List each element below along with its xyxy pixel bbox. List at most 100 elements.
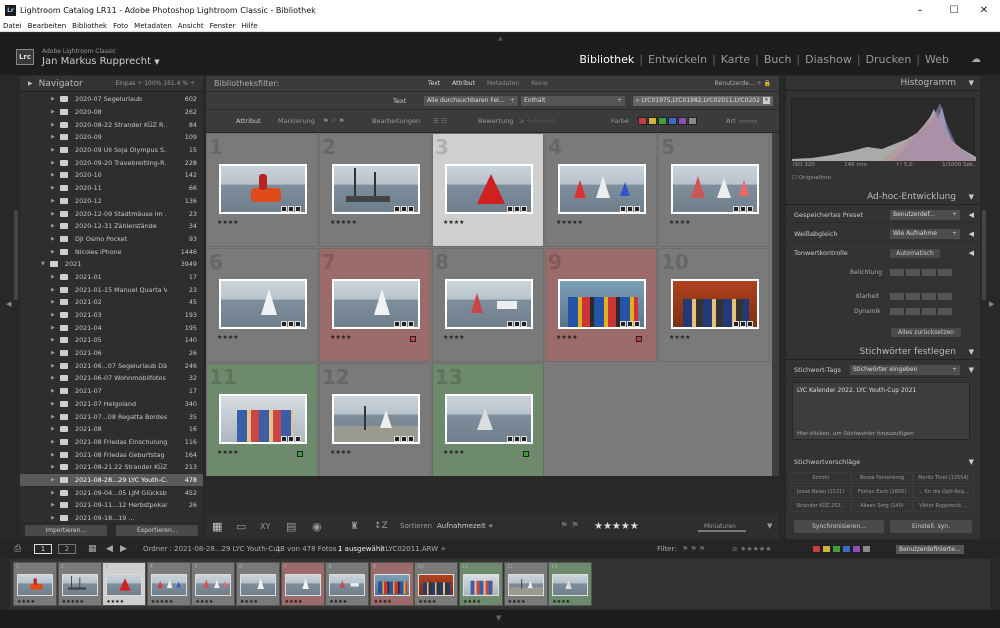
display-2-button[interactable]: 2 [58, 544, 76, 554]
keyword-suggestion[interactable]: Aileen Sorg (140) [851, 500, 913, 512]
expand-icon[interactable]: ▶ [51, 325, 55, 331]
keyword-badge-icon[interactable] [288, 321, 294, 327]
folder-year-row[interactable]: ▼ 2021 3949 [20, 258, 203, 271]
folder-row[interactable]: ▶ 2020-09-20 Travebreitling-R... 228 [20, 156, 203, 169]
metadata-badge-icon[interactable] [507, 321, 513, 327]
expand-icon[interactable]: ▶ [51, 287, 55, 293]
folder-row[interactable]: ▶ 2020-08-22 Strander KÜZ R... 84 [20, 118, 203, 131]
folder-row[interactable]: ▶ 2020-08 262 [20, 106, 203, 119]
develop-badge-icon[interactable] [521, 206, 527, 212]
filmstrip-toggle-icon[interactable]: ▼ [496, 614, 501, 622]
metadata-badge-icon[interactable] [281, 436, 287, 442]
expand-icon[interactable]: ▶ [51, 426, 55, 432]
folder-row[interactable]: ▶ DJI Osmo Pocket 93 [20, 233, 203, 246]
keyword-badge-icon[interactable] [401, 436, 407, 442]
photo-rating[interactable]: ★★★★ [330, 334, 352, 341]
expand-icon[interactable]: ▶ [51, 439, 55, 445]
photo-cell[interactable]: 2 ★★★★★ [319, 133, 431, 247]
filmstrip-flag-filter[interactable]: ⚑ ⚑ ⚑ [682, 545, 705, 553]
color-swatch[interactable] [862, 545, 871, 553]
keyword-suggestion[interactable]: Florian Esch (1600) [851, 486, 913, 498]
menu-item-7[interactable]: Hilfe [239, 22, 261, 30]
color-label-icon[interactable] [523, 451, 529, 457]
module-3[interactable]: Buch [759, 53, 797, 66]
metadata-badge-icon[interactable] [507, 436, 513, 442]
navigator-header[interactable]: ▶ Navigator Einpas ÷ 100% 161.4 % ÷ [20, 76, 203, 92]
photo-cell-selected[interactable]: 3 ★★★★ [432, 133, 544, 247]
develop-badge-icon[interactable] [408, 321, 414, 327]
metadata-badge-icon[interactable] [733, 321, 739, 327]
people-view-icon[interactable]: ◉ [312, 520, 322, 533]
keyword-suggestion[interactable]: Strander KÜZ 202... [790, 500, 852, 512]
folder-row[interactable]: ▶ 2020-11 66 [20, 182, 203, 195]
develop-badge-icon[interactable] [747, 321, 753, 327]
navigator-zoom-options[interactable]: Einpas ÷ 100% 161.4 % ÷ [116, 80, 196, 87]
metadata-badge-icon[interactable] [394, 436, 400, 442]
expand-icon[interactable]: ▶ [51, 502, 55, 508]
clear-search-icon[interactable]: ✕ [763, 97, 770, 104]
photo-rating[interactable]: ★★★★ [443, 449, 465, 456]
keyword-suggestion[interactable]: Moritz Thiel (13554) [912, 472, 974, 484]
module-2[interactable]: Karte [716, 53, 755, 66]
folder-path[interactable]: Ordner : 2021-08-28...29 LYC Youth-Cup [143, 545, 282, 553]
left-panel-scrollbar[interactable] [14, 210, 18, 300]
metadata-badge-icon[interactable] [281, 206, 287, 212]
filmstrip-thumbnail[interactable]: 4 ★★★★★ [146, 562, 191, 606]
menu-item-2[interactable]: Bibliothek [69, 22, 110, 30]
keyword-tags-dropdown[interactable]: Stichwörter eingeben ÷ [850, 364, 960, 375]
photo-cell[interactable]: 5 ★★★★ [658, 133, 770, 247]
filmstrip-thumbnail[interactable]: 5 ★★★★ [191, 562, 236, 606]
photo-rating[interactable]: ★★★★ [443, 219, 465, 226]
photo-cell[interactable]: 13 ★★★★ [432, 363, 544, 476]
develop-badge-icon[interactable] [295, 321, 301, 327]
grid-scrollbar[interactable] [772, 133, 779, 476]
module-6[interactable]: Web [920, 53, 954, 66]
quick-develop-header[interactable]: Ad-hoc-Entwicklung ▼ [786, 190, 980, 205]
color-swatch[interactable] [668, 117, 677, 125]
develop-badge-icon[interactable] [521, 321, 527, 327]
photo-cell[interactable]: 12 ★★★★ [319, 363, 431, 476]
filmstrip-thumbnail[interactable]: 3 ★★★★ [102, 562, 147, 606]
preset-dropdown[interactable]: Benutzerdef... ÷ [890, 209, 960, 220]
metadata-badge-icon[interactable] [394, 206, 400, 212]
survey-view-icon[interactable]: ▤ [286, 520, 296, 533]
exposure-buttons[interactable] [890, 269, 954, 278]
expand-icon[interactable]: ▶ [51, 96, 55, 102]
color-swatch[interactable] [688, 117, 697, 125]
sync-settings-button[interactable]: Einstell. syn. [890, 520, 972, 533]
folder-row[interactable]: ▶ 2021-09-04...05 LJM Glücksb... 452 [20, 486, 203, 499]
selected-file[interactable]: / LYC02011.ARW ÷ [381, 545, 446, 553]
color-swatch[interactable] [832, 545, 841, 553]
menu-item-3[interactable]: Foto [110, 22, 131, 30]
right-panel-scrollbar[interactable] [982, 210, 986, 300]
white-balance-dropdown[interactable]: Wie Aufnahme ÷ [890, 228, 960, 239]
color-swatch[interactable] [852, 545, 861, 553]
left-panel-toggle-icon[interactable]: ◀ [6, 300, 11, 308]
forward-icon[interactable]: ▶ [120, 544, 127, 554]
flag-toolbar-icons[interactable]: ⚑ ⚑ [560, 521, 579, 531]
photo-cell[interactable]: 6 ★★★★ [206, 248, 318, 362]
color-swatch[interactable] [822, 545, 831, 553]
metadata-badge-icon[interactable] [507, 206, 513, 212]
metadata-badge-icon[interactable] [620, 206, 626, 212]
folder-row[interactable]: ▶ 2021-06...07 Segelurlaub Dän... 246 [20, 359, 203, 372]
photo-rating[interactable]: ★★★★★ [330, 219, 357, 226]
color-label-icon[interactable] [410, 336, 416, 342]
expand-icon[interactable]: ▶ [51, 414, 55, 420]
keyword-badge-icon[interactable] [514, 206, 520, 212]
menu-item-1[interactable]: Bearbeiten [25, 22, 69, 30]
keyword-badge-icon[interactable] [401, 321, 407, 327]
keyword-suggestion[interactable]: ... für die Opti-Reg... [912, 486, 974, 498]
minimize-button[interactable]: – [904, 0, 936, 20]
maximize-button[interactable]: ☐ [938, 0, 970, 20]
rating-filter-stars[interactable]: ≥ ☆☆☆☆☆ [519, 117, 556, 125]
folder-row[interactable]: ▶ Nicoles iPhone 1446 [20, 245, 203, 258]
compare-view-icon[interactable]: XY [260, 522, 270, 531]
photo-cell[interactable]: 8 ★★★★ [432, 248, 544, 362]
back-icon[interactable]: ◀ [106, 544, 113, 554]
color-swatch[interactable] [658, 117, 667, 125]
color-filter-swatches[interactable] [638, 117, 698, 127]
filmstrip-thumbnail[interactable]: 10 ★★★★ [414, 562, 459, 606]
edits-filter-icons[interactable]: ☰ ☷ [433, 117, 447, 125]
photo-cell[interactable]: 10 ★★★★ [658, 248, 770, 362]
